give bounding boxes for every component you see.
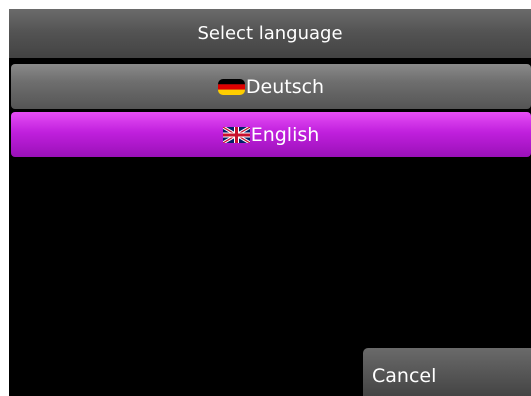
cancel-button-label: Cancel xyxy=(372,365,437,387)
language-label: English xyxy=(250,123,320,146)
cancel-button[interactable]: Cancel xyxy=(363,348,531,396)
uk-flag-icon xyxy=(222,126,250,143)
language-dialog: Select language Deutsch English Cancel xyxy=(9,9,531,396)
language-option-english[interactable]: English xyxy=(11,112,531,157)
language-option-deutsch[interactable]: Deutsch xyxy=(11,64,531,109)
dialog-title: Select language xyxy=(197,23,343,44)
language-label: Deutsch xyxy=(245,75,325,98)
dialog-title-bar: Select language xyxy=(9,9,531,58)
german-flag-icon xyxy=(217,78,245,95)
